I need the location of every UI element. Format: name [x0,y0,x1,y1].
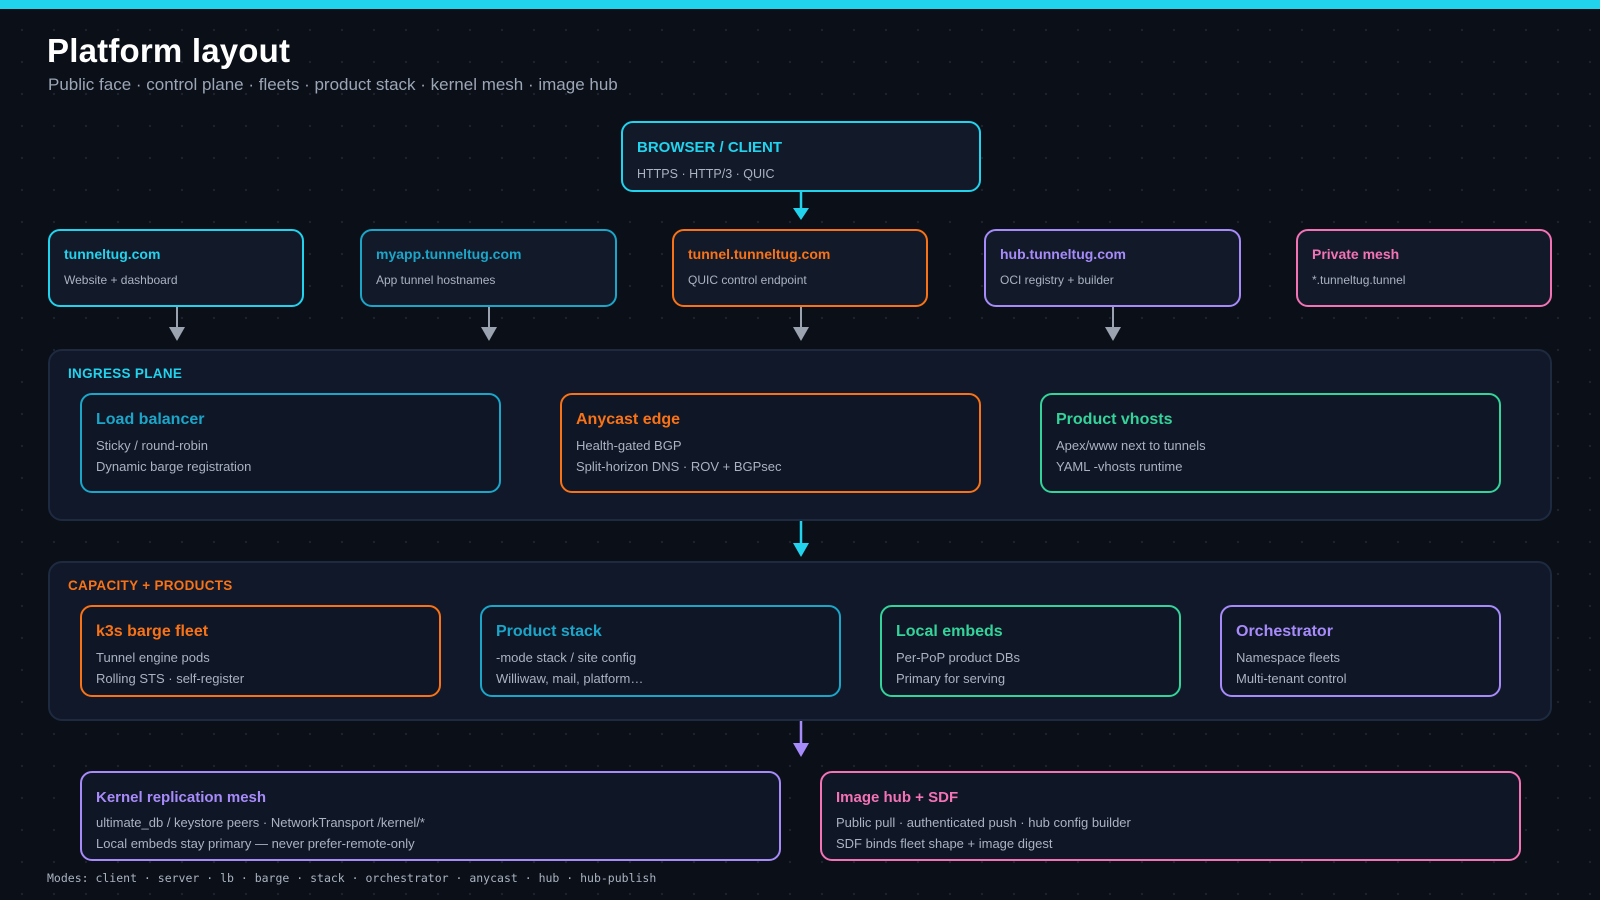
local-embeds-box[interactable]: Local embeds Per-PoP product DBs Primary… [880,605,1181,697]
box-title: Load balancer [96,411,205,428]
ingress-plane-label: INGRESS PLANE [68,366,183,381]
arrow-hub-down [1105,307,1121,341]
domain-subtitle: *.tunneltug.tunnel [1312,273,1406,287]
box-line: SDF binds fleet shape + image digest [836,836,1053,851]
domain-node-hub[interactable]: hub.tunneltug.com OCI registry + builder [984,229,1241,307]
box-line: ultimate_db / keystore peers · NetworkTr… [96,815,425,830]
domain-node-myapp[interactable]: myapp.tunneltug.com App tunnel hostnames [360,229,617,307]
kernel-replication-mesh-box[interactable]: Kernel replication mesh ultimate_db / ke… [80,771,781,861]
arrow-myapp-down [481,307,497,341]
domain-node-private-mesh[interactable]: Private mesh *.tunneltug.tunnel [1296,229,1552,307]
box-title: Local embeds [896,623,1003,640]
image-hub-sdf-box[interactable]: Image hub + SDF Public pull · authentica… [820,771,1521,861]
domain-subtitle: OCI registry + builder [1000,273,1114,287]
orchestrator-box[interactable]: Orchestrator Namespace fleets Multi-tena… [1220,605,1501,697]
top-accent-bar [0,0,1600,9]
domain-title: tunnel.tunneltug.com [688,246,831,262]
anycast-edge-box[interactable]: Anycast edge Health-gated BGP Split-hori… [560,393,981,493]
box-line: Split-horizon DNS · ROV + BGPsec [576,459,782,474]
arrow-tunneltug-down [169,307,185,341]
domain-subtitle: Website + dashboard [64,273,178,287]
browser-client-title: BROWSER / CLIENT [637,139,782,156]
box-line: Health-gated BGP [576,438,682,453]
box-line: Apex/www next to tunnels [1056,438,1206,453]
product-stack-box[interactable]: Product stack -mode stack / site config … [480,605,841,697]
box-title: k3s barge fleet [96,623,209,640]
browser-client-node[interactable]: BROWSER / CLIENT HTTPS · HTTP/3 · QUIC [621,121,981,192]
domain-subtitle: App tunnel hostnames [376,273,496,287]
box-line: Per-PoP product DBs [896,650,1021,665]
modes-footer: Modes: client · server · lb · barge · st… [47,871,657,885]
product-vhosts-box[interactable]: Product vhosts Apex/www next to tunnels … [1040,393,1501,493]
browser-client-subtitle: HTTPS · HTTP/3 · QUIC [637,167,775,181]
arrow-capacity-to-mesh [793,721,809,757]
box-line: Rolling STS · self-register [96,671,245,686]
load-balancer-box[interactable]: Load balancer Sticky / round-robin Dynam… [80,393,501,493]
box-line: Local embeds stay primary — never prefer… [96,836,415,851]
domain-node-tunneltug[interactable]: tunneltug.com Website + dashboard [48,229,304,307]
domain-subtitle: QUIC control endpoint [688,273,807,287]
domain-title: hub.tunneltug.com [1000,246,1126,262]
box-title: Kernel replication mesh [96,789,267,806]
box-title: Orchestrator [1236,623,1333,640]
box-line: Tunnel engine pods [96,650,210,665]
box-title: Image hub + SDF [836,789,959,806]
page-subtitle: Public face · control plane · fleets · p… [48,75,618,94]
box-line: Multi-tenant control [1236,671,1347,686]
page-title: Platform layout [47,32,291,69]
domain-title: Private mesh [1312,246,1400,262]
box-line: YAML -vhosts runtime [1056,459,1183,474]
box-line: Namespace fleets [1236,650,1341,665]
capacity-products-label: CAPACITY + PRODUCTS [68,578,233,593]
box-line: Primary for serving [896,671,1006,686]
k3s-barge-fleet-box[interactable]: k3s barge fleet Tunnel engine pods Rolli… [80,605,441,697]
domain-title: myapp.tunneltug.com [376,246,522,262]
domain-node-tunnel[interactable]: tunnel.tunneltug.com QUIC control endpoi… [672,229,928,307]
box-line: Dynamic barge registration [96,459,252,474]
domain-title: tunneltug.com [64,246,161,262]
box-title: Anycast edge [576,411,681,428]
box-title: Product stack [496,623,602,640]
box-title: Product vhosts [1056,411,1173,428]
arrow-tunnel-down [793,307,809,341]
box-line: -mode stack / site config [496,650,637,665]
arrow-ingress-to-capacity [793,521,809,557]
arrow-client-to-tunnel [793,192,809,220]
box-line: Sticky / round-robin [96,438,208,453]
box-line: Public pull · authenticated push · hub c… [836,815,1131,830]
box-line: Williwaw, mail, platform… [496,671,644,686]
